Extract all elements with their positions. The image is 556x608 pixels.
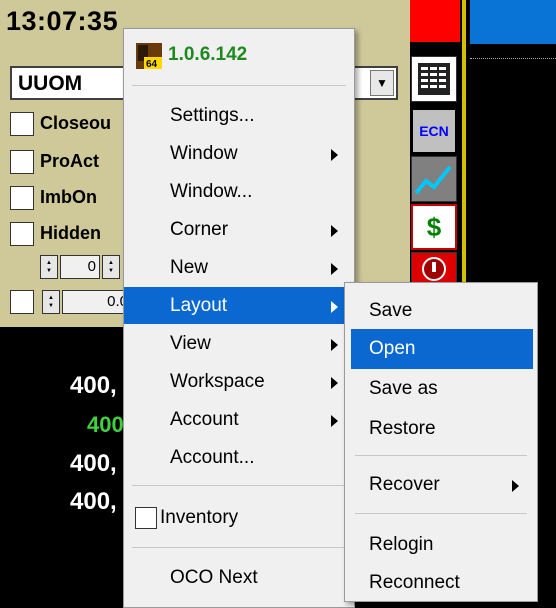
version-label: 1.0.6.142 bbox=[168, 44, 248, 65]
chevron-right-icon bbox=[331, 225, 338, 237]
inventory-checkbox[interactable] bbox=[135, 507, 157, 529]
menu-item-window-dialog[interactable]: Window... bbox=[124, 173, 354, 210]
divider bbox=[470, 58, 556, 59]
menu-separator bbox=[355, 513, 527, 514]
dollar-icon[interactable]: $ bbox=[411, 204, 457, 250]
menu-header: 64 1.0.6.142 bbox=[124, 29, 354, 85]
spin-up-icon[interactable]: ▲ ▼ bbox=[102, 255, 120, 279]
checkbox[interactable] bbox=[10, 150, 34, 174]
submenu-item-restore[interactable]: Restore bbox=[351, 409, 533, 449]
price-line: 400, bbox=[70, 488, 117, 515]
menu-item-corner[interactable]: Corner bbox=[124, 211, 354, 248]
context-menu: 64 1.0.6.142 Settings... Window Window..… bbox=[123, 28, 355, 608]
menu-item-account-dialog[interactable]: Account... bbox=[124, 439, 354, 476]
submenu-item-relogin[interactable]: Relogin bbox=[351, 525, 533, 565]
symbol-value: UUOM bbox=[18, 72, 83, 95]
stop-icon[interactable] bbox=[411, 252, 457, 286]
clock-display: 13:07:35 bbox=[6, 6, 119, 36]
chevron-down-icon[interactable]: ▼ bbox=[370, 70, 394, 96]
checkbox[interactable] bbox=[10, 186, 34, 210]
price-line: 400, bbox=[70, 450, 117, 477]
spin-down-icon[interactable]: ▲ ▼ bbox=[40, 255, 58, 279]
app-logo-icon: 64 bbox=[136, 43, 162, 69]
option-label: Closeou bbox=[40, 113, 112, 133]
chevron-right-icon bbox=[331, 377, 338, 389]
submenu-item-save-as[interactable]: Save as bbox=[351, 369, 533, 409]
svg-text:64: 64 bbox=[146, 59, 158, 69]
option-label: ProAct bbox=[40, 151, 100, 171]
menu-item-oco-next[interactable]: OCO Next bbox=[124, 559, 354, 596]
menu-item-workspace[interactable]: Workspace bbox=[124, 363, 354, 400]
menu-item-view[interactable]: View bbox=[124, 325, 354, 362]
menu-item-layout[interactable]: Layout bbox=[124, 287, 354, 324]
submenu-item-reconnect[interactable]: Reconnect bbox=[351, 563, 533, 603]
chevron-right-icon bbox=[331, 339, 338, 351]
menu-item-account[interactable]: Account bbox=[124, 401, 354, 438]
grid-icon[interactable] bbox=[411, 56, 457, 102]
menu-item-inventory[interactable]: Inventory bbox=[124, 499, 354, 536]
chevron-right-icon bbox=[331, 415, 338, 427]
option-label: Hidden bbox=[40, 223, 101, 243]
submenu-item-save[interactable]: Save bbox=[351, 291, 533, 331]
submenu-item-open[interactable]: Open bbox=[351, 329, 533, 369]
option-label: ImbOn bbox=[40, 187, 97, 207]
stepper-value[interactable]: 0 bbox=[60, 255, 100, 279]
title-bar bbox=[470, 0, 556, 44]
checkbox[interactable] bbox=[10, 112, 34, 136]
menu-separator bbox=[355, 455, 527, 456]
menu-separator bbox=[132, 485, 346, 486]
chevron-right-icon bbox=[331, 149, 338, 161]
status-indicator bbox=[410, 0, 460, 42]
layout-submenu: Save Open Save as Restore Recover Relogi… bbox=[344, 282, 538, 602]
checkbox[interactable] bbox=[10, 222, 34, 246]
menu-item-new[interactable]: New bbox=[124, 249, 354, 286]
menu-separator bbox=[132, 547, 346, 548]
price-line: 400, bbox=[70, 372, 117, 399]
chart-icon[interactable] bbox=[411, 156, 457, 202]
price-line: 400 bbox=[87, 412, 124, 437]
chevron-right-icon bbox=[331, 301, 338, 313]
submenu-item-recover[interactable]: Recover bbox=[351, 465, 533, 505]
menu-item-window[interactable]: Window bbox=[124, 135, 354, 172]
menu-separator bbox=[132, 85, 346, 86]
checkbox[interactable] bbox=[10, 290, 34, 314]
spin-icon[interactable]: ▲ ▼ bbox=[42, 290, 60, 314]
chevron-right-icon bbox=[331, 263, 338, 275]
ecn-button[interactable]: ECN bbox=[411, 108, 457, 154]
chevron-right-icon bbox=[512, 480, 519, 492]
menu-item-settings[interactable]: Settings... bbox=[124, 97, 354, 134]
stepper-value[interactable]: 0.0 bbox=[62, 290, 132, 314]
